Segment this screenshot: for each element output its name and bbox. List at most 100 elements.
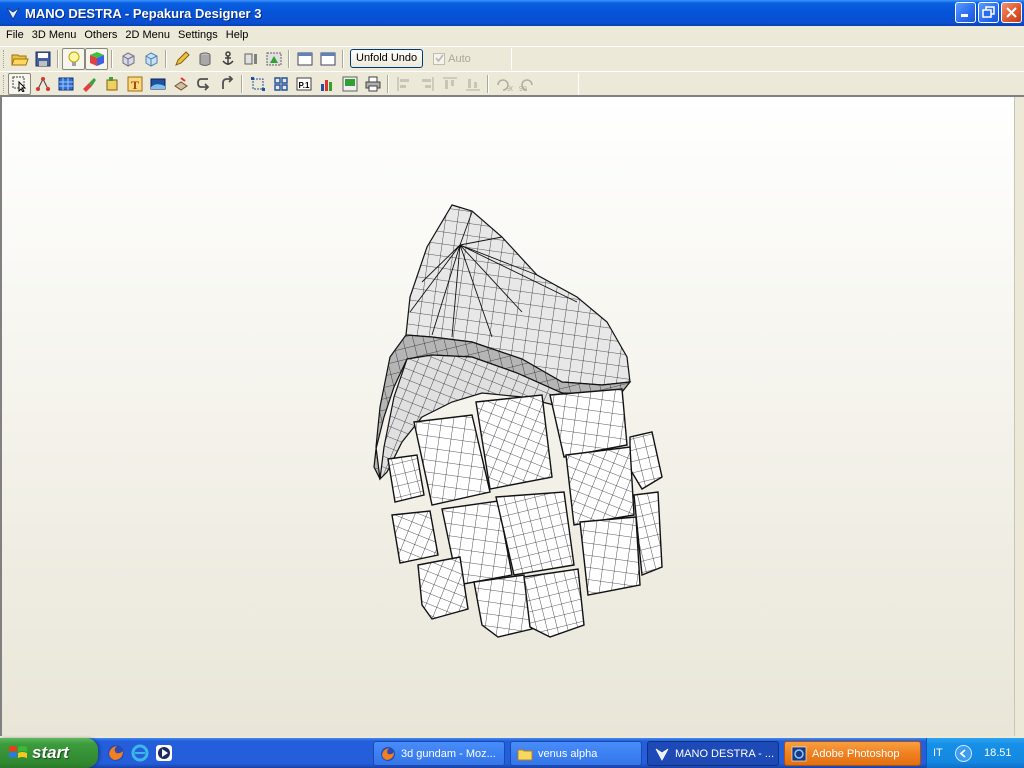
image-icon <box>150 78 165 89</box>
minimize-button[interactable] <box>955 2 976 23</box>
toolbar-grip[interactable] <box>3 74 6 93</box>
svg-text:P.1: P.1 <box>298 81 310 90</box>
menu-2d[interactable]: 2D Menu <box>121 26 174 45</box>
view-rotate-button[interactable] <box>139 48 162 70</box>
finger-segments <box>387 388 663 638</box>
unfold-undo-button[interactable]: Unfold Undo <box>350 49 424 68</box>
texture-map-button[interactable] <box>262 48 285 70</box>
menu-3d[interactable]: 3D Menu <box>28 26 81 45</box>
quick-launch <box>106 743 174 763</box>
align-bottom-icon <box>465 78 480 90</box>
parts-tool-button[interactable] <box>269 73 292 95</box>
hand-mesh-model[interactable] <box>2 97 1014 736</box>
save-button[interactable] <box>31 48 54 70</box>
pepakura-app-icon[interactable] <box>5 5 21 21</box>
main-toolbar: Unfold Undo Auto <box>0 46 1024 70</box>
align-button[interactable] <box>239 48 262 70</box>
restore-button[interactable] <box>978 2 999 23</box>
text-tool-button[interactable]: T <box>123 73 146 95</box>
auto-checkbox-box[interactable] <box>433 52 446 65</box>
align-right-button[interactable] <box>415 73 438 95</box>
cylinder-icon <box>199 52 210 66</box>
rotate-arrow-icon <box>221 75 233 89</box>
firefox-icon <box>381 746 395 761</box>
page-number-button[interactable]: P.1 <box>292 73 315 95</box>
show-hidden-icons-button[interactable] <box>955 744 972 762</box>
print-button[interactable] <box>361 73 384 95</box>
rotate-90-cw-button[interactable]: 90 <box>515 73 538 95</box>
close-icon <box>1006 7 1017 18</box>
bounds-tool-button[interactable] <box>246 73 269 95</box>
menu-file[interactable]: File <box>2 26 28 45</box>
svg-text:T: T <box>130 78 138 92</box>
language-indicator[interactable]: IT <box>933 747 955 759</box>
start-label: start <box>32 743 69 762</box>
rotate-tool-button[interactable] <box>215 73 238 95</box>
cylinder-button[interactable] <box>193 48 216 70</box>
finger-segment <box>473 574 533 638</box>
align-left-icon <box>397 76 409 91</box>
view-front-button[interactable] <box>116 48 139 70</box>
checkmark-icon <box>435 54 444 63</box>
vertical-scrollbar[interactable] <box>1014 97 1024 736</box>
fold-tool-button[interactable] <box>169 73 192 95</box>
task-label: 3d gundam - Moz... <box>401 747 496 760</box>
task-pepakura[interactable]: MANO DESTRA - ... <box>647 741 779 766</box>
toolbar-grip[interactable] <box>3 49 6 68</box>
grid-icon <box>58 77 73 90</box>
open-button[interactable] <box>8 48 31 70</box>
start-button[interactable]: start <box>0 738 98 768</box>
save-disk-icon <box>35 51 50 66</box>
svg-text:90: 90 <box>519 86 527 92</box>
print-preview-button[interactable] <box>338 73 361 95</box>
edit-pencil-button[interactable] <box>170 48 193 70</box>
align-right-icon <box>421 76 433 91</box>
menu-others[interactable]: Others <box>80 26 121 45</box>
texture-toggle-button[interactable] <box>85 47 108 70</box>
clock[interactable]: 18.51 <box>984 747 1012 759</box>
align-top-button[interactable] <box>438 73 461 95</box>
paint-tool-button[interactable] <box>77 73 100 95</box>
quick-launch-ie[interactable] <box>130 743 150 763</box>
auto-checkbox[interactable]: Auto <box>433 52 471 65</box>
lighting-toggle-button[interactable] <box>62 47 85 70</box>
task-photoshop[interactable]: Adobe Photoshop <box>784 741 921 766</box>
texture-icon <box>266 52 281 65</box>
close-button[interactable] <box>1001 2 1022 23</box>
join-arrow-icon <box>196 77 209 91</box>
firefox-icon <box>108 745 124 761</box>
image-tool-button[interactable] <box>146 73 169 95</box>
title-bar[interactable]: MANO DESTRA - Pepakura Designer 3 <box>0 0 1024 26</box>
layout-single-button[interactable] <box>293 48 316 70</box>
layout-split-button[interactable] <box>316 48 339 70</box>
align-bottom-button[interactable] <box>461 73 484 95</box>
finger-segment <box>579 516 641 596</box>
edge-tool-button[interactable] <box>31 73 54 95</box>
anchor-icon <box>221 50 234 65</box>
flap-tool-button[interactable] <box>100 73 123 95</box>
select-tool-button[interactable] <box>8 72 31 95</box>
menu-settings[interactable]: Settings <box>174 26 222 45</box>
auto-label: Auto <box>448 52 471 65</box>
task-label: venus alpha <box>538 747 598 760</box>
quick-launch-media[interactable] <box>154 743 174 763</box>
bounding-box-icon <box>250 76 265 91</box>
task-folder[interactable]: venus alpha <box>510 741 642 766</box>
parts-icon <box>273 76 288 91</box>
rotate-90-ccw-button[interactable]: 90 <box>492 73 515 95</box>
menu-help[interactable]: Help <box>222 26 253 45</box>
stats-tool-button[interactable] <box>315 73 338 95</box>
quick-launch-firefox[interactable] <box>106 743 126 763</box>
join-tool-button[interactable] <box>192 73 215 95</box>
page-number-icon: P.1 <box>296 77 311 90</box>
fold-icon <box>173 76 188 91</box>
rotate-ccw-icon: 90 <box>496 78 513 92</box>
finger-segment <box>475 394 553 490</box>
3d-view-canvas[interactable] <box>0 95 1024 736</box>
align-left-button[interactable] <box>392 73 415 95</box>
grid-tool-button[interactable] <box>54 73 77 95</box>
anchor-button[interactable] <box>216 48 239 70</box>
task-firefox[interactable]: 3d gundam - Moz... <box>373 741 505 766</box>
restore-icon <box>982 6 995 18</box>
text-icon: T <box>127 76 142 92</box>
